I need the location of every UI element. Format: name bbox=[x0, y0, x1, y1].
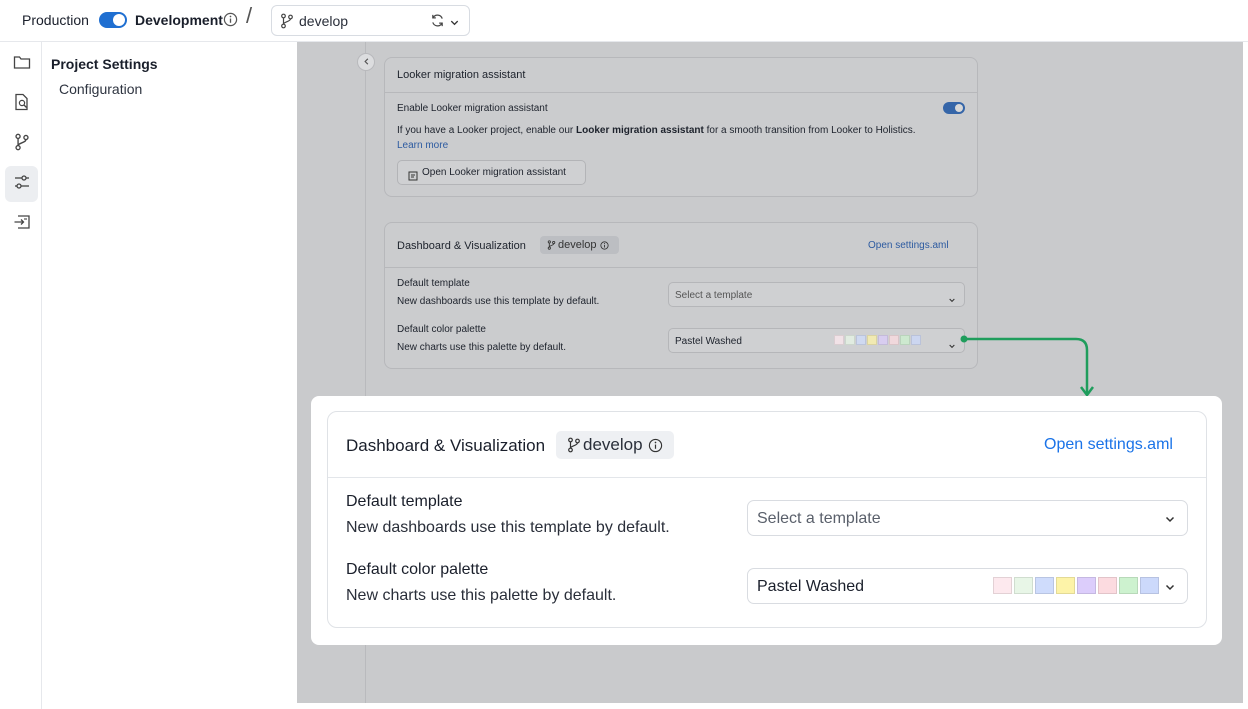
palette-swatch bbox=[1140, 577, 1159, 594]
palette-swatch bbox=[1077, 577, 1096, 594]
git-branch-icon bbox=[567, 437, 581, 453]
template-select-placeholder: Select a template bbox=[757, 510, 881, 527]
palette-swatch bbox=[993, 577, 1012, 594]
palette-swatch bbox=[1098, 577, 1117, 594]
palette-swatch bbox=[1035, 577, 1054, 594]
palette-select-value: Pastel Washed bbox=[757, 578, 865, 595]
dashboard-card-header: Dashboard & Visualization bbox=[346, 436, 546, 455]
palette-swatch bbox=[1014, 577, 1033, 594]
palette-swatch bbox=[1056, 577, 1075, 594]
default-palette-desc: New charts use this palette by default. bbox=[346, 587, 617, 604]
divider bbox=[328, 477, 1206, 478]
info-icon[interactable] bbox=[648, 438, 663, 453]
open-settings-link[interactable]: Open settings.aml bbox=[1044, 436, 1173, 454]
branch-badge-label: develop bbox=[583, 435, 643, 454]
palette-swatch bbox=[1119, 577, 1138, 594]
default-template-label: Default template bbox=[346, 493, 463, 510]
palette-swatches bbox=[993, 577, 1159, 594]
chevron-down-icon bbox=[1164, 512, 1176, 530]
palette-select[interactable]: Pastel Washed bbox=[747, 568, 1188, 604]
chevron-down-icon bbox=[1164, 580, 1176, 598]
default-palette-label: Default color palette bbox=[346, 561, 489, 578]
dashboard-settings-card: Dashboard & Visualization develop Open s… bbox=[327, 411, 1207, 628]
default-template-desc: New dashboards use this template by defa… bbox=[346, 519, 670, 536]
branch-badge: develop bbox=[556, 431, 674, 459]
template-select[interactable]: Select a template bbox=[747, 500, 1188, 536]
